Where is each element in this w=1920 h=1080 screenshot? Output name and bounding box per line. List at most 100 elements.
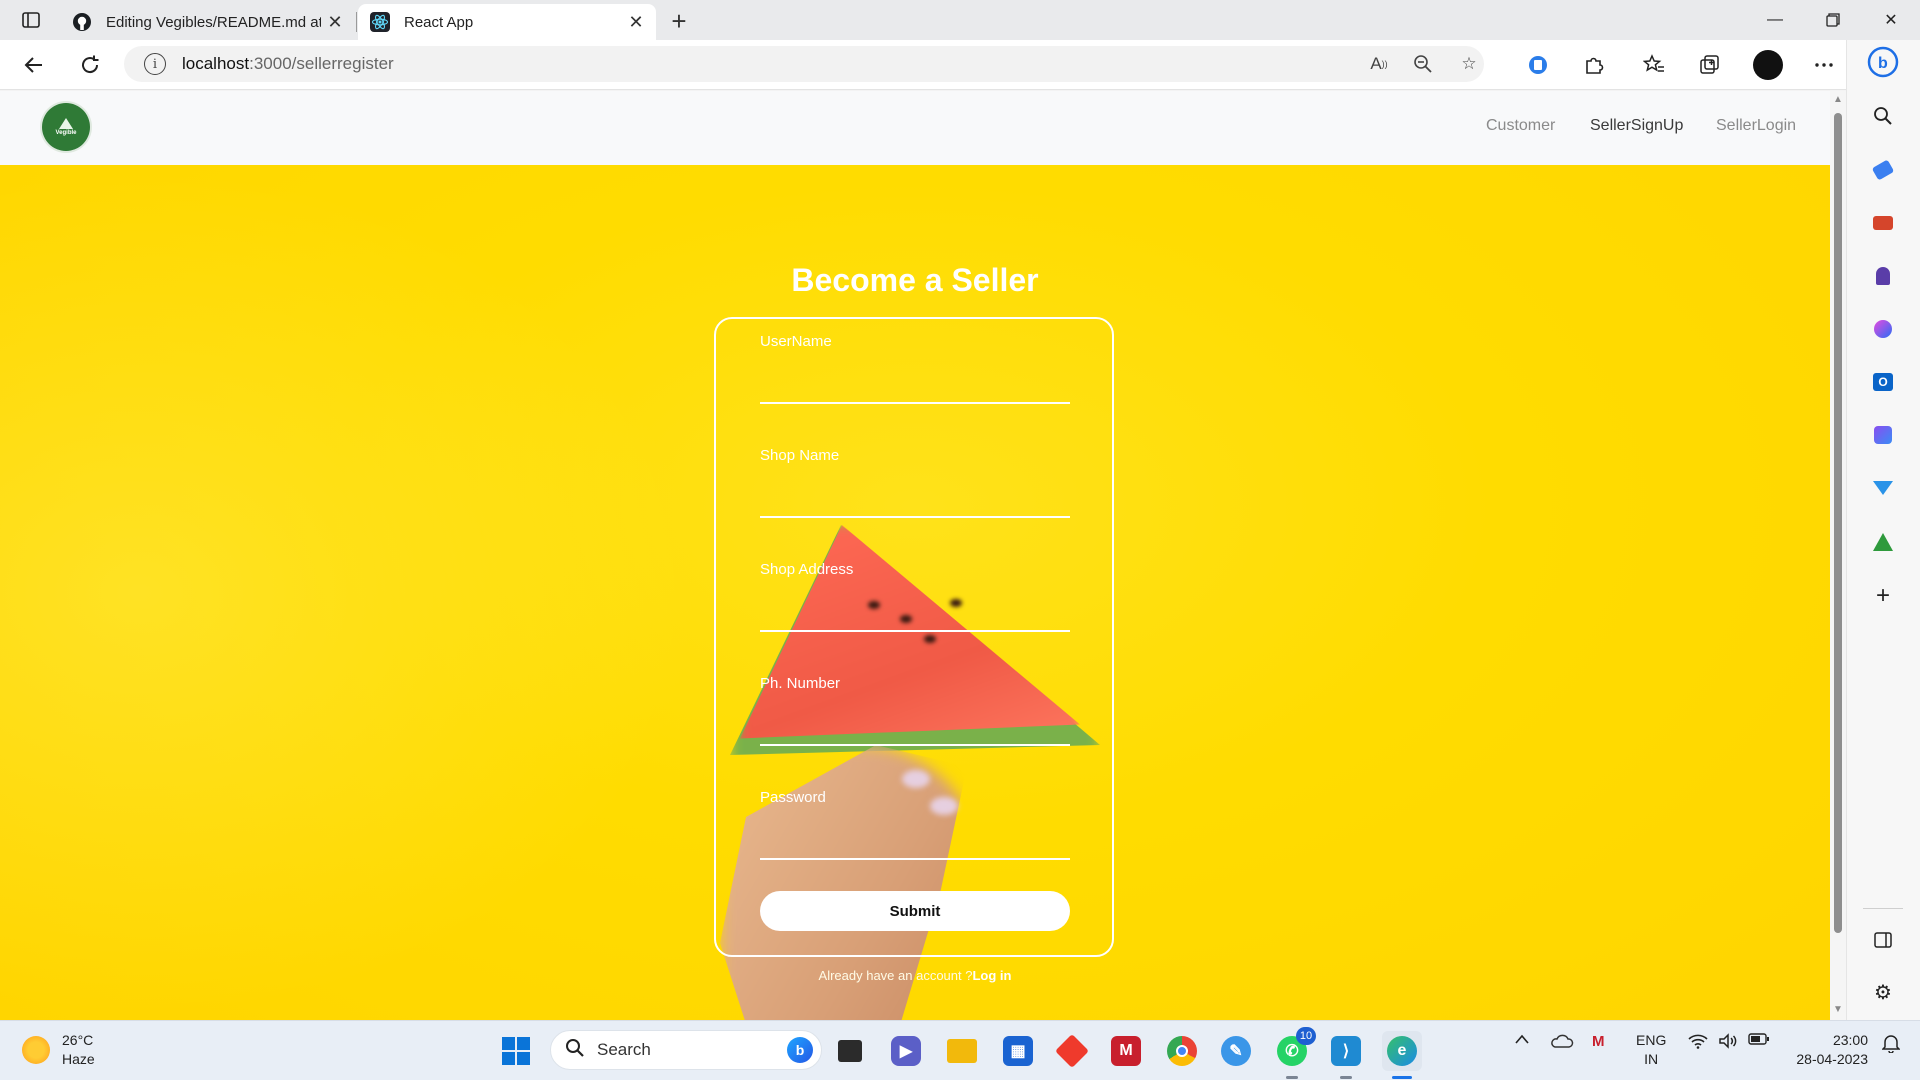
edge-icon[interactable]: e	[1382, 1031, 1422, 1079]
phone-input[interactable]	[760, 716, 1070, 746]
send-icon[interactable]	[1867, 472, 1899, 504]
sidebar-divider	[1863, 908, 1903, 909]
cloud-app-icon[interactable]: ✎	[1216, 1031, 1256, 1071]
scroll-thumb[interactable]	[1834, 113, 1842, 933]
bing-icon: b	[787, 1037, 813, 1063]
nav-seller-signup[interactable]: SellerSignUp	[1590, 117, 1683, 135]
bing-chat-icon[interactable]: b	[1867, 46, 1899, 78]
file-explorer-icon[interactable]	[942, 1031, 982, 1071]
username-label: UserName	[760, 333, 832, 350]
search-icon[interactable]	[1867, 100, 1899, 132]
designer-icon[interactable]	[1867, 419, 1899, 451]
close-tab-icon[interactable]: ✕	[622, 8, 650, 36]
teams-chat-icon[interactable]: ▶	[886, 1031, 926, 1071]
windows-logo-icon	[502, 1037, 530, 1065]
shopping-tag-icon[interactable]	[1867, 154, 1899, 186]
nav-seller-login[interactable]: SellerLogin	[1716, 117, 1796, 135]
profile-avatar[interactable]	[1753, 50, 1783, 80]
show-hidden-icons[interactable]	[1514, 1033, 1530, 1045]
tab-github-readme[interactable]: Editing Vegibles/README.md at ✕	[60, 4, 357, 40]
taskbar-clock[interactable]: 23:00 28-04-2023	[1776, 1031, 1868, 1069]
anydesk-icon[interactable]	[1052, 1031, 1092, 1071]
onedrive-icon[interactable]	[1550, 1033, 1574, 1049]
vscode-icon[interactable]: ⟩	[1326, 1031, 1366, 1079]
weather-condition: Haze	[62, 1051, 95, 1067]
react-icon	[370, 12, 390, 32]
weather-widget[interactable]: 26°C Haze	[22, 1031, 95, 1069]
seller-register-form: UserName Shop Name Shop Address Ph. Numb…	[714, 317, 1114, 957]
favorites-icon[interactable]	[1638, 49, 1670, 81]
shop-address-label: Shop Address	[760, 561, 854, 578]
search-icon	[565, 1038, 585, 1063]
extensions-icon[interactable]	[1578, 49, 1610, 81]
hide-sidebar-icon[interactable]	[1867, 924, 1899, 956]
browser-toolbar: i localhost:3000/sellerregister A)) ☆	[0, 40, 1920, 90]
tab-title: Editing Vegibles/README.md at	[106, 13, 321, 31]
games-icon[interactable]	[1867, 260, 1899, 292]
shop-address-input[interactable]	[760, 602, 1070, 632]
tools-icon[interactable]	[1867, 207, 1899, 239]
start-button[interactable]	[496, 1031, 536, 1071]
taskbar-search[interactable]: Search b	[550, 1030, 822, 1070]
whatsapp-icon[interactable]: ✆ 10	[1272, 1027, 1316, 1079]
already-have-account: Already have an account ?Log in	[0, 968, 1830, 983]
refresh-icon[interactable]	[74, 49, 106, 81]
collections-icon[interactable]	[1694, 49, 1726, 81]
password-field: Password	[760, 789, 1070, 860]
volume-icon[interactable]	[1718, 1033, 1738, 1049]
shop-name-label: Shop Name	[760, 447, 840, 464]
tab-actions-icon[interactable]	[16, 8, 46, 32]
extension-shield-icon[interactable]	[1522, 49, 1554, 81]
windows-taskbar: 26°C Haze Search b ▶ ▦ M ✎ ✆ 10 ⟩ e M EN	[0, 1020, 1920, 1080]
scroll-down-icon[interactable]: ▼	[1833, 1005, 1843, 1015]
read-aloud-icon[interactable]: A))	[1364, 49, 1394, 79]
page-title: Become a Seller	[791, 262, 1039, 298]
password-input[interactable]	[760, 830, 1070, 860]
mcafee-tray-icon[interactable]: M	[1592, 1033, 1605, 1050]
github-icon	[72, 12, 92, 32]
shop-name-input[interactable]	[760, 488, 1070, 518]
submit-button[interactable]: Submit	[760, 891, 1070, 931]
phone-label: Ph. Number	[760, 675, 841, 692]
password-label: Password	[760, 789, 826, 806]
back-icon[interactable]	[18, 49, 50, 81]
username-input[interactable]	[760, 374, 1070, 404]
microsoft-store-icon[interactable]: ▦	[998, 1031, 1038, 1071]
chrome-icon[interactable]	[1162, 1031, 1202, 1071]
phone-field: Ph. Number	[760, 675, 1070, 746]
add-favorite-icon[interactable]: ☆	[1454, 49, 1484, 79]
whatsapp-badge: 10	[1296, 1027, 1316, 1045]
new-tab-button[interactable]: +	[664, 6, 694, 36]
battery-icon[interactable]	[1748, 1033, 1770, 1045]
minimize-icon[interactable]: —	[1746, 0, 1804, 40]
edge-sidebar: b O + ⚙	[1846, 40, 1920, 1020]
search-placeholder: Search	[597, 1040, 651, 1059]
scroll-up-icon[interactable]: ▲	[1833, 95, 1843, 105]
shop-address-field: Shop Address	[760, 561, 1070, 632]
site-info-icon[interactable]: i	[144, 53, 166, 75]
svg-text:b: b	[1878, 55, 1888, 72]
page-scrollbar[interactable]: ▲ ▼	[1830, 91, 1846, 1020]
settings-gear-icon[interactable]: ⚙	[1867, 976, 1899, 1008]
language-indicator[interactable]: ENG IN	[1636, 1031, 1666, 1069]
tree-app-icon[interactable]	[1867, 526, 1899, 558]
more-options-icon[interactable]	[1808, 49, 1840, 81]
maximize-icon[interactable]	[1804, 0, 1862, 40]
browser-tab-strip: Editing Vegibles/README.md at ✕ React Ap…	[0, 0, 1920, 40]
zoom-out-icon[interactable]	[1408, 49, 1438, 79]
clock-date: 28-04-2023	[1796, 1051, 1868, 1067]
close-tab-icon[interactable]: ✕	[321, 8, 349, 36]
mcafee-icon[interactable]: M	[1106, 1031, 1146, 1071]
add-sidebar-app-icon[interactable]: +	[1867, 580, 1899, 612]
tab-react-app[interactable]: React App ✕	[358, 4, 656, 40]
microsoft-365-icon[interactable]	[1867, 313, 1899, 345]
vegible-logo[interactable]: Vegible	[42, 103, 90, 151]
outlook-icon[interactable]: O	[1867, 366, 1899, 398]
nav-customer[interactable]: Customer	[1486, 117, 1555, 135]
notification-bell-icon[interactable]	[1882, 1033, 1900, 1053]
task-view-icon[interactable]	[830, 1031, 870, 1071]
address-bar[interactable]: i localhost:3000/sellerregister A)) ☆	[124, 46, 1484, 82]
login-link[interactable]: Log in	[972, 968, 1011, 983]
wifi-icon[interactable]	[1688, 1033, 1708, 1049]
close-window-icon[interactable]: ✕	[1862, 0, 1920, 40]
